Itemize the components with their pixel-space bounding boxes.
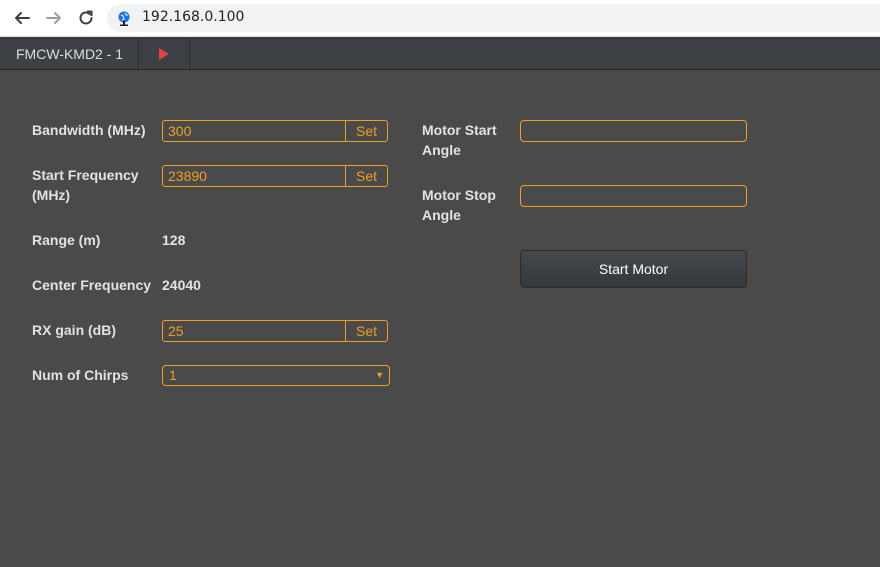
url-text[interactable]: 192.168.0.100: [142, 9, 244, 25]
center-frequency-label: Center Frequency: [32, 277, 152, 293]
motor-stop-angle-label-line1: Motor Stop: [422, 187, 496, 203]
motor-start-angle-label-line2: Angle: [422, 142, 461, 158]
bandwidth-label: Bandwidth (MHz): [32, 122, 146, 138]
num-chirps-label: Num of Chirps: [32, 367, 129, 383]
motor-stop-angle-label-line2: Angle: [422, 207, 461, 223]
chevron-down-icon: ▼: [375, 370, 384, 380]
bandwidth-input[interactable]: [163, 121, 345, 141]
play-icon: [159, 48, 169, 60]
rx-gain-label: RX gain (dB): [32, 322, 116, 338]
rx-gain-input[interactable]: [163, 321, 345, 341]
start-frequency-label: Start Frequency (MHz): [32, 165, 139, 205]
rx-gain-set-button[interactable]: Set: [345, 321, 387, 341]
app-tab-bar: FMCW-KMD2 - 1: [0, 38, 880, 70]
motor-start-angle-label-line1: Motor Start: [422, 122, 497, 138]
tab-device[interactable]: FMCW-KMD2 - 1: [0, 39, 139, 69]
browser-toolbar: 192.168.0.100: [0, 0, 880, 37]
reload-icon[interactable]: [74, 6, 98, 30]
motor-start-angle-input[interactable]: [520, 120, 747, 142]
center-frequency-value: 24040: [162, 277, 201, 293]
bandwidth-set-button[interactable]: Set: [345, 121, 387, 141]
tab-device-label: FMCW-KMD2 - 1: [16, 46, 124, 62]
num-chirps-select[interactable]: 1 ▼: [162, 365, 390, 386]
rx-gain-field: Set: [162, 320, 388, 342]
start-frequency-label-line1: Start Frequency: [32, 167, 139, 183]
range-value: 128: [162, 232, 186, 248]
start-frequency-label-line2: (MHz): [32, 187, 71, 203]
range-label: Range (m): [32, 232, 101, 248]
forward-icon[interactable]: [42, 6, 66, 30]
back-icon[interactable]: [10, 6, 34, 30]
start-frequency-input[interactable]: [163, 166, 345, 186]
address-bar[interactable]: 192.168.0.100: [107, 4, 880, 32]
start-frequency-set-button[interactable]: Set: [345, 166, 387, 186]
bandwidth-field: Set: [162, 120, 388, 142]
num-chirps-selected: 1: [169, 367, 177, 383]
site-info-icon[interactable]: [117, 10, 133, 26]
motor-stop-angle-input[interactable]: [520, 185, 747, 207]
start-motor-button[interactable]: Start Motor: [520, 250, 747, 288]
start-frequency-field: Set: [162, 165, 388, 187]
motor-stop-angle-label: Motor Stop Angle: [422, 185, 496, 225]
motor-start-angle-label: Motor Start Angle: [422, 120, 497, 160]
play-button[interactable]: [139, 39, 190, 69]
